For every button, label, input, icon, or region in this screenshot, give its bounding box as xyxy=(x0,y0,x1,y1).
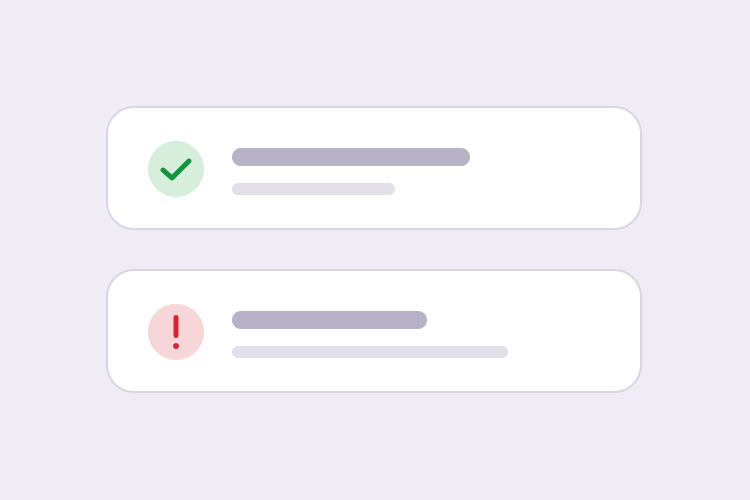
exclamation-icon xyxy=(173,315,179,349)
success-notification-card xyxy=(106,106,642,230)
notification-subtitle-placeholder xyxy=(232,183,395,195)
error-status-circle xyxy=(148,304,204,360)
notification-title-placeholder xyxy=(232,311,427,329)
check-icon xyxy=(160,158,192,181)
notification-subtitle-placeholder xyxy=(232,346,508,358)
success-status-circle xyxy=(148,141,204,197)
notification-title-placeholder xyxy=(232,148,470,166)
error-notification-card xyxy=(106,269,642,393)
